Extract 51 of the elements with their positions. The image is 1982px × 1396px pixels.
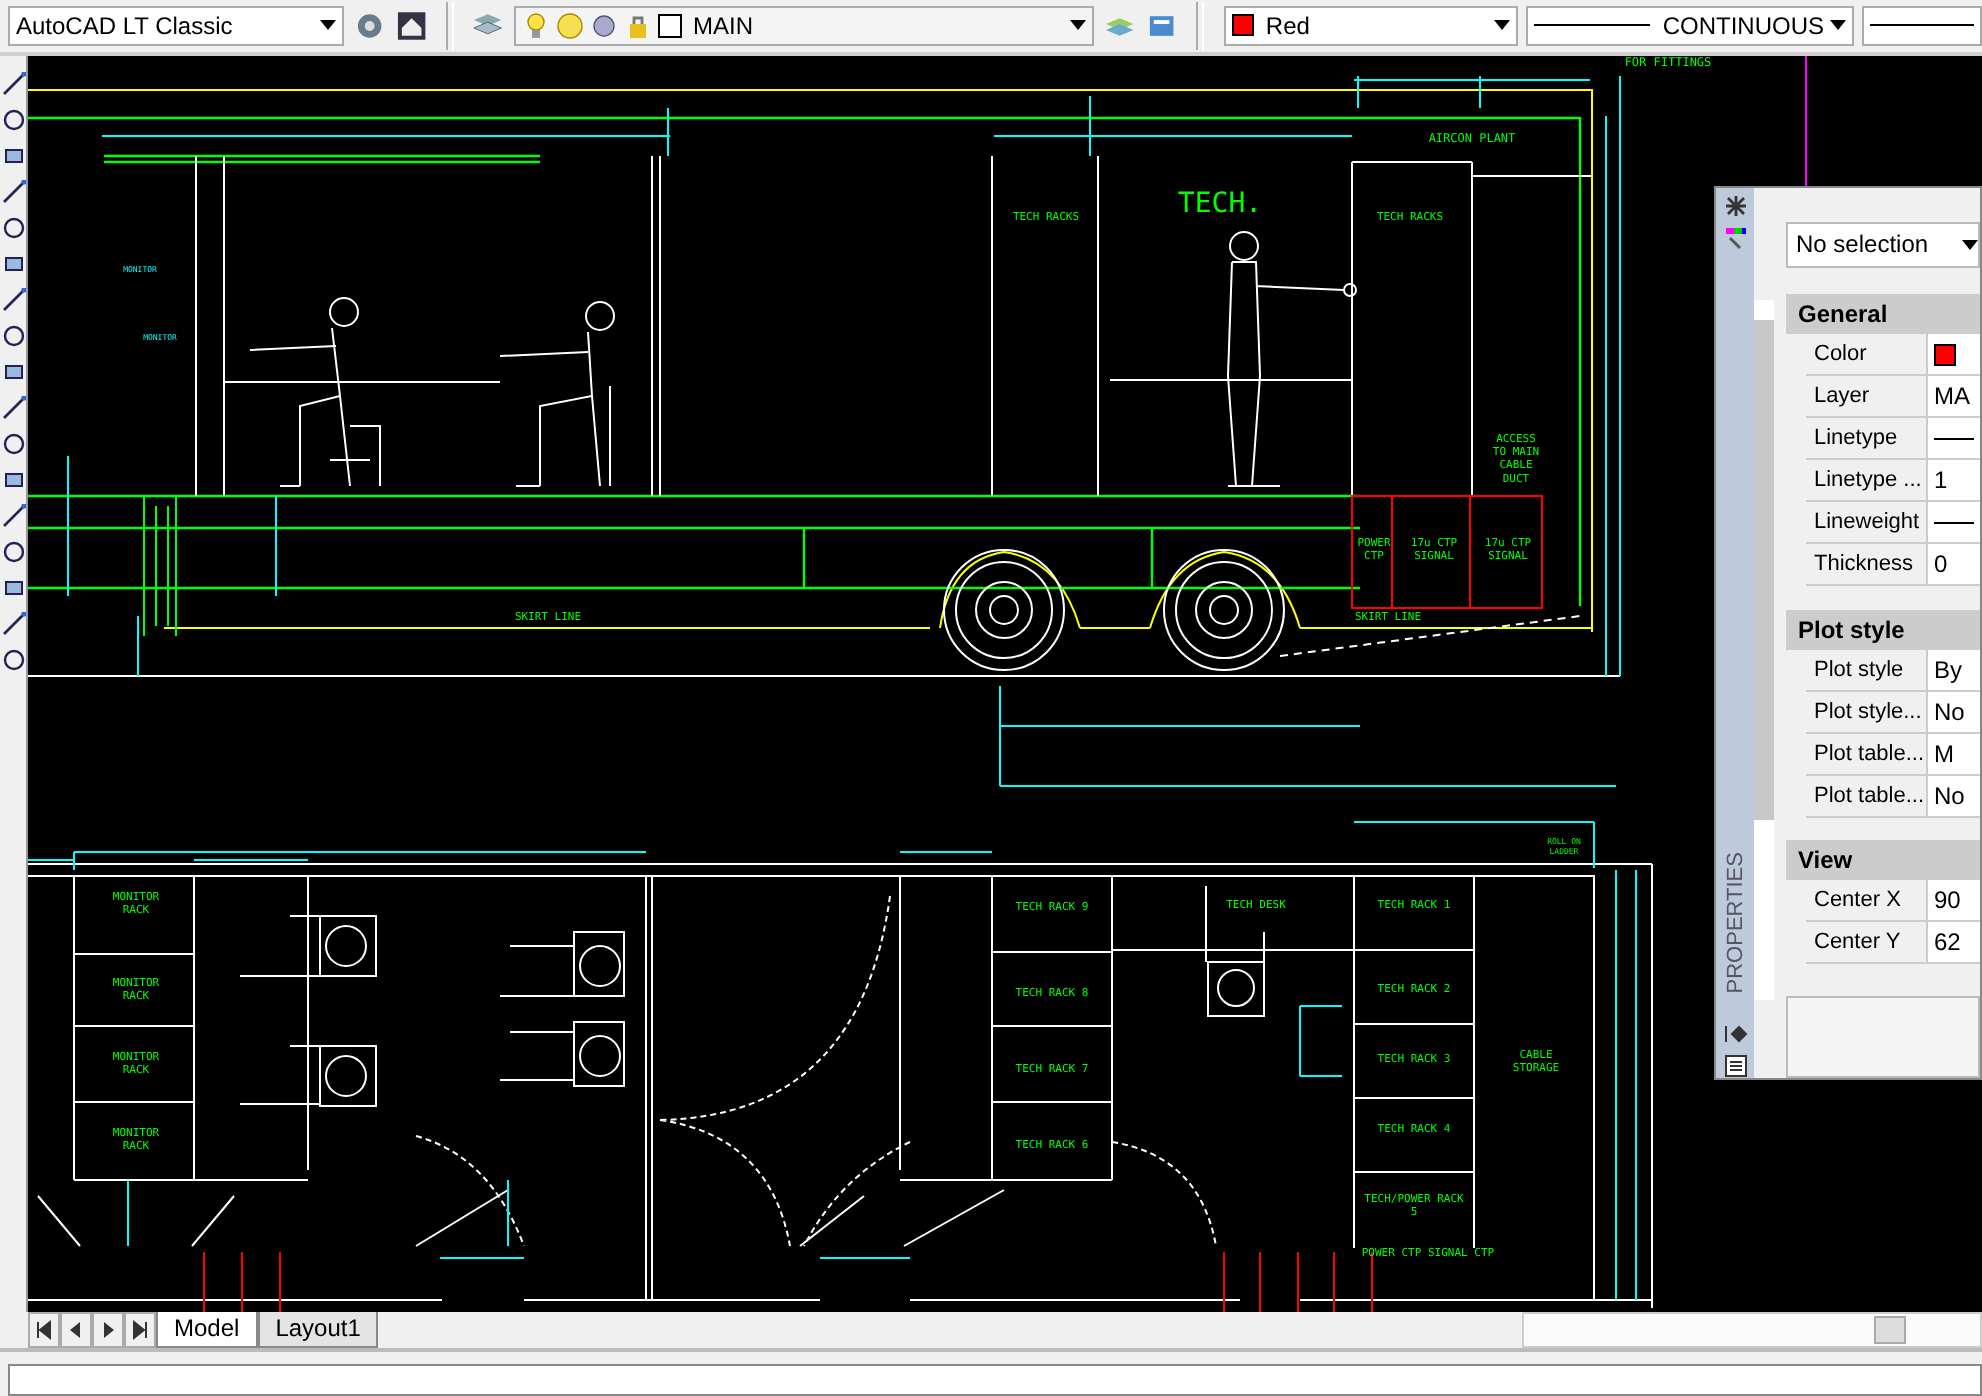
last-tab-button[interactable] (124, 1311, 156, 1348)
property-value: 0 (1934, 550, 1948, 578)
line-sample-icon (1934, 521, 1974, 523)
previous-tab-button[interactable] (60, 1311, 92, 1348)
drawing-label: TECH. (1177, 187, 1263, 220)
line-sample-icon (1534, 24, 1651, 27)
line-sample-icon (1870, 24, 1975, 27)
line-sample-icon (1934, 437, 1974, 439)
sun-icon[interactable] (555, 11, 584, 40)
linetype-dropdown[interactable]: CONTINUOUS (1526, 5, 1855, 46)
office-chair-drawing (239, 1044, 377, 1107)
selection-dropdown[interactable]: No selection (1786, 221, 1980, 268)
layout-tab[interactable]: Layout1 (257, 1311, 379, 1348)
section-header[interactable]: Plot style (1786, 609, 1980, 650)
next-tab-button[interactable] (92, 1311, 124, 1348)
caret-icon (319, 20, 336, 31)
property-value: MA (1934, 382, 1970, 410)
palette-title: PROPERTIES (1723, 851, 1747, 994)
caret-icon (1962, 239, 1978, 250)
workspace-dropdown[interactable]: AutoCAD LT Classic (8, 5, 344, 46)
section-header[interactable]: View (1786, 840, 1980, 881)
quick-select-icon[interactable] (1723, 225, 1747, 250)
close-icon[interactable] (1723, 193, 1747, 218)
office-chair-drawing (239, 914, 377, 977)
section-header[interactable]: General (1786, 294, 1980, 334)
office-chair-drawing (499, 1020, 625, 1087)
line-icon[interactable] (2, 71, 26, 96)
property-value: No (1934, 697, 1965, 726)
auto-hide-icon[interactable] (1723, 1021, 1747, 1046)
layout-tab[interactable]: Model (156, 1311, 258, 1348)
house-icon[interactable] (394, 7, 430, 44)
lineweight-dropdown[interactable] (1862, 5, 1982, 46)
menu-icon[interactable] (1723, 1053, 1747, 1078)
layer-dropdown[interactable]: MAIN (513, 5, 1094, 46)
viewport-sun-icon[interactable] (589, 11, 618, 40)
command-line-field[interactable] (8, 1364, 1982, 1396)
first-tab-button[interactable] (28, 1311, 60, 1348)
color-square-icon (657, 13, 682, 38)
property-value: 62 (1934, 928, 1961, 957)
property-value: By (1934, 655, 1963, 684)
property-value: 1 (1934, 466, 1948, 494)
caret-icon (1069, 20, 1086, 31)
office-chair-drawing (499, 930, 625, 997)
color-dropdown[interactable]: Red (1223, 5, 1519, 46)
caret-icon (1494, 20, 1511, 31)
lightbulb-icon[interactable] (521, 11, 550, 40)
property-value: 90 (1934, 886, 1961, 915)
property-value: M (1934, 739, 1954, 768)
color-swatch-icon (1231, 14, 1254, 37)
caret-icon (1830, 20, 1847, 31)
property-value: No (1934, 781, 1965, 810)
